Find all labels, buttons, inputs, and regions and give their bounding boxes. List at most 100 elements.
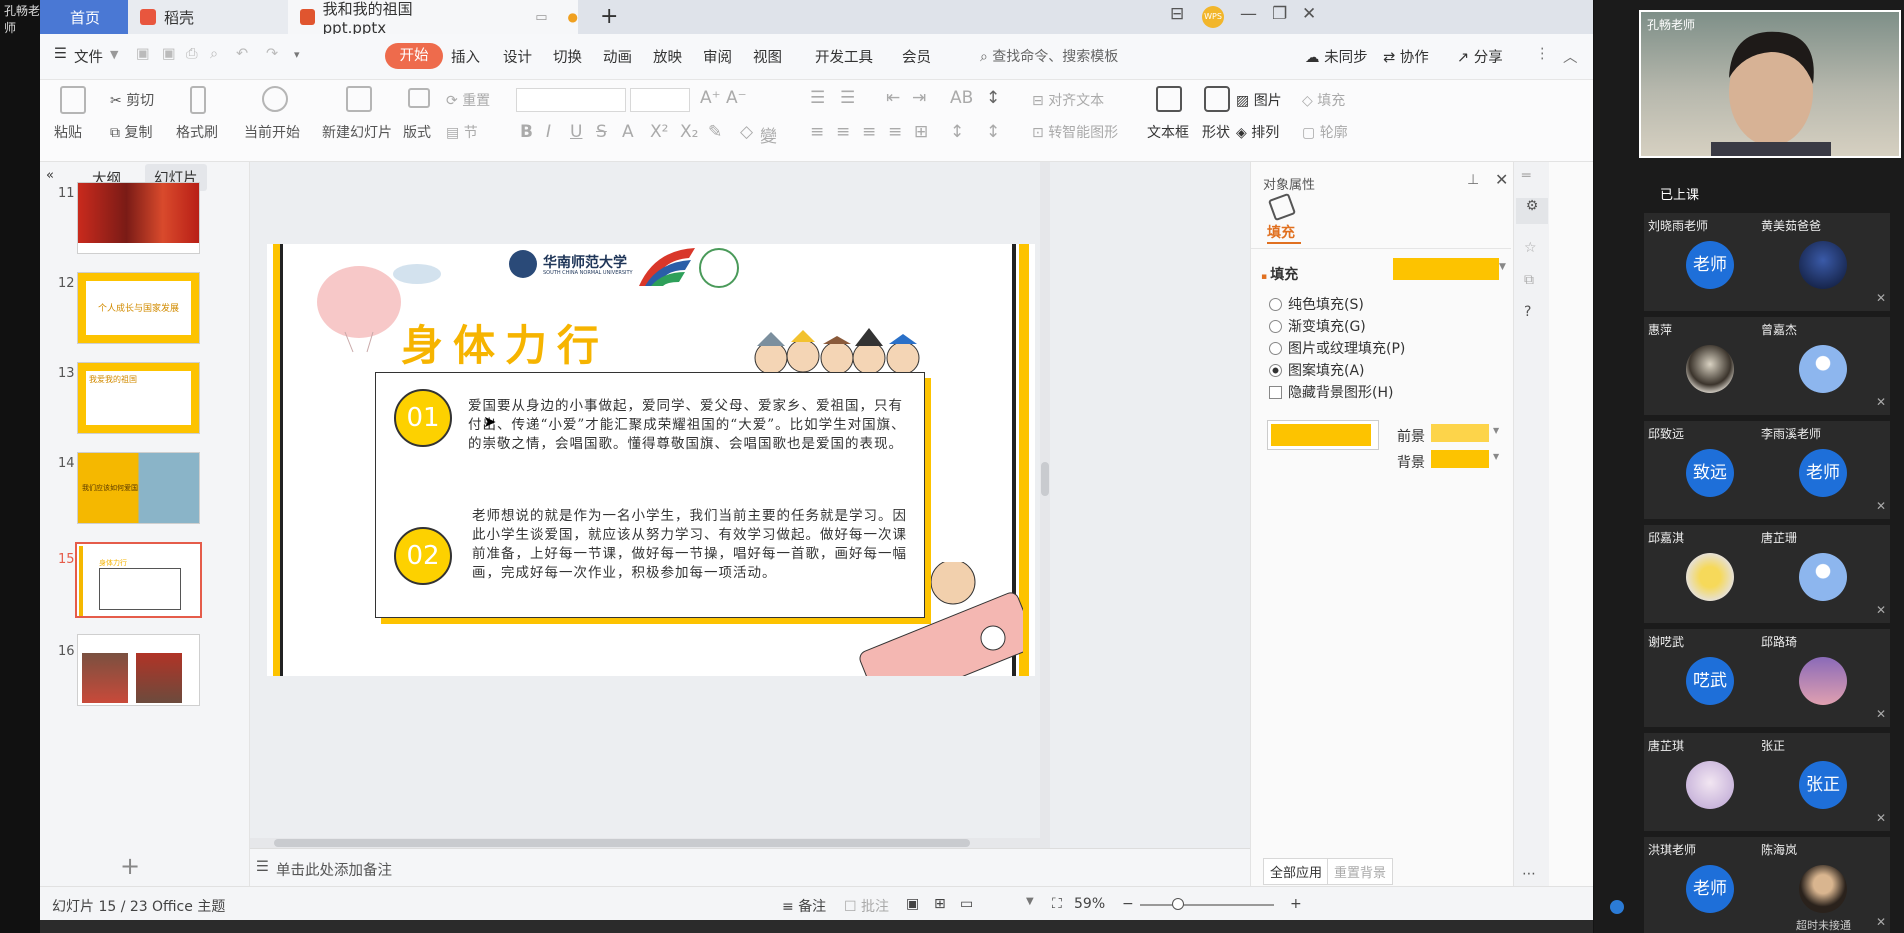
theme-name[interactable]: Office 主题 <box>152 896 225 916</box>
tab-fill[interactable]: 填充 <box>1267 222 1295 242</box>
hamburger-icon[interactable]: ☰ <box>54 46 67 62</box>
print-icon[interactable]: ⎙ <box>186 46 198 62</box>
share-button[interactable]: ↗ 分享 <box>1457 46 1503 67</box>
preview-icon[interactable]: ⌕ <box>210 46 218 62</box>
radio-picture[interactable] <box>1269 342 1282 355</box>
superscript-icon[interactable]: X² <box>650 122 668 142</box>
layout-button[interactable]: 版式 <box>403 122 431 142</box>
menu-design[interactable]: 设计 <box>503 46 532 67</box>
reset-button[interactable]: ⟳ 重置 <box>446 90 490 110</box>
foreground-color[interactable] <box>1431 424 1489 442</box>
add-slide-button[interactable]: + <box>120 852 140 880</box>
align-center-icon[interactable]: ≡ <box>836 122 850 142</box>
menu-file[interactable]: 文件 <box>74 46 103 67</box>
add-tab-button[interactable]: + <box>600 4 618 29</box>
font-name-select[interactable] <box>516 88 626 112</box>
more-icon[interactable]: ⋮ <box>1535 46 1550 62</box>
normal-view-icon[interactable]: ▣ <box>906 896 919 912</box>
properties-icon[interactable]: ⚙ <box>1516 198 1548 224</box>
copy-icon[interactable]: ⧉ <box>1524 272 1534 288</box>
shrink-font-icon[interactable]: A⁻ <box>726 88 747 108</box>
reset-background-button[interactable]: 重置背景 <box>1327 858 1394 885</box>
option-gradient[interactable]: 渐变填充(G) <box>1269 316 1366 336</box>
slide-thumb-15[interactable]: 身体力行 <box>75 542 202 618</box>
redo-icon[interactable]: ↷ <box>266 46 278 62</box>
phonetic-icon[interactable]: 變 <box>760 122 777 147</box>
notes-area[interactable]: ☰ 单击此处添加备注 <box>250 848 1250 886</box>
tab-daoke[interactable]: 稻壳 <box>128 0 288 34</box>
horizontal-scroll-thumb[interactable] <box>274 839 970 847</box>
participant-tile[interactable]: 曾嘉杰 ✕ <box>1757 317 1890 415</box>
menu-transition[interactable]: 切换 <box>553 46 582 67</box>
fill-color-dropdown[interactable] <box>1393 258 1499 280</box>
slide-thumb-13[interactable]: 我爱我的祖国 <box>77 362 200 434</box>
comments-button[interactable]: ☐ 批注 <box>844 896 889 916</box>
zoom-out-icon[interactable]: − <box>1122 896 1134 912</box>
slide-thumb-12[interactable]: 个人成长与国家发展 <box>77 272 200 344</box>
smart-art-button[interactable]: ⊡ 转智能图形 <box>1032 122 1118 142</box>
pattern-preview[interactable] <box>1267 420 1379 450</box>
menu-animation[interactable]: 动画 <box>603 46 632 67</box>
underline-icon[interactable]: U <box>570 122 582 142</box>
new-slide-button[interactable]: 新建幻灯片 <box>322 122 392 142</box>
font-size-select[interactable] <box>630 88 690 112</box>
horizontal-scrollbar[interactable] <box>250 838 1040 848</box>
checkbox[interactable] <box>1269 386 1282 399</box>
section-button[interactable]: ▤ 节 <box>446 122 478 142</box>
export-icon[interactable]: ▣ <box>162 46 176 62</box>
chat-icon[interactable] <box>1610 900 1624 914</box>
participant-tile[interactable]: 唐芷珊 ✕ <box>1757 525 1890 623</box>
collab-button[interactable]: ⇄ 协作 <box>1383 46 1429 67</box>
align-left-icon[interactable]: ≡ <box>810 122 824 142</box>
align-text-button[interactable]: ⊟ 对齐文本 <box>1032 90 1104 110</box>
zoom-level[interactable]: 59% <box>1074 896 1105 912</box>
font-color-icon[interactable]: A <box>622 122 634 142</box>
outline-button[interactable]: ▢ 轮廓 <box>1302 122 1348 142</box>
slide-thumb-14[interactable]: 我们应该如何爱国 <box>77 452 200 524</box>
tab-home[interactable]: 首页 <box>40 0 128 34</box>
option-picture[interactable]: 图片或纹理填充(P) <box>1269 338 1405 358</box>
collapse-panel-icon[interactable]: « <box>46 168 54 183</box>
option-solid[interactable]: 纯色填充(S) <box>1269 294 1364 314</box>
menu-developer[interactable]: 开发工具 <box>815 46 873 67</box>
radio-pattern[interactable] <box>1269 364 1282 377</box>
eraser-icon[interactable]: ◇ <box>740 122 753 142</box>
participant-tile[interactable]: 张正 张正 ✕ <box>1757 733 1890 831</box>
participant-tile[interactable]: 陈海岚 ✕ 超时未接通 <box>1757 837 1890 933</box>
sync-button[interactable]: ☁ 未同步 <box>1305 46 1368 67</box>
content-box[interactable]: 01 爱国要从身边的小事做起，爱同学、爱父母、爱家乡、爱祖国，只有付出、传递“小… <box>375 372 925 618</box>
chevron-down-icon[interactable]: ▼ <box>1493 426 1499 435</box>
sorter-view-icon[interactable]: ⊞ <box>934 896 946 912</box>
tab-document[interactable]: 我和我的祖国ppt.pptx ▭ ● <box>288 0 578 37</box>
slide-title[interactable]: 身体力行 <box>401 312 609 373</box>
cut-button[interactable]: ✂ 剪切 <box>110 90 154 110</box>
arrange-button[interactable]: ◈ 排列 <box>1236 122 1279 142</box>
point2-text[interactable]: 老师想说的就是作为一名小学生，我们当前主要的任务就是学习。因此小学生谈爱国，就应… <box>472 507 908 583</box>
subscript-icon[interactable]: X₂ <box>680 122 698 142</box>
minimize-button[interactable]: — <box>1240 4 1257 24</box>
help-icon[interactable]: ? <box>1524 304 1531 320</box>
radio-solid[interactable] <box>1269 298 1282 311</box>
monitor-icon[interactable]: ▭ <box>535 10 547 25</box>
distribute-icon[interactable]: ⊞ <box>914 122 928 142</box>
picture-button[interactable]: ▨ 图片 <box>1236 90 1282 110</box>
italic-icon[interactable]: I <box>546 122 551 142</box>
increase-indent-icon[interactable]: ⇥ <box>912 88 926 108</box>
option-pattern[interactable]: 图案填充(A) <box>1269 360 1365 380</box>
strikethrough-icon[interactable]: S <box>596 122 607 142</box>
menu-review[interactable]: 审阅 <box>703 46 732 67</box>
hide-bg-checkbox[interactable]: 隐藏背景图形(H) <box>1269 382 1393 402</box>
collapse-ribbon-icon[interactable]: ︿ <box>1563 46 1578 67</box>
vertical-scroll-thumb[interactable] <box>1041 462 1049 496</box>
numbering-icon[interactable]: ☰ <box>840 88 855 108</box>
radio-gradient[interactable] <box>1269 320 1282 333</box>
copy-button[interactable]: ⧉ 复制 <box>110 122 152 142</box>
rail-top-icon[interactable]: ═ <box>1522 168 1530 184</box>
slide-thumb-11[interactable] <box>77 182 200 254</box>
grow-font-icon[interactable]: A⁺ <box>700 88 721 108</box>
close-button[interactable]: ✕ <box>1302 4 1316 24</box>
restore-button[interactable]: ❐ <box>1272 4 1287 24</box>
panel-close-icon[interactable]: ✕ <box>1495 170 1508 189</box>
chevron-down-icon[interactable]: ▼ <box>1493 452 1499 461</box>
fill-button[interactable]: ◇ 填充 <box>1302 90 1345 110</box>
